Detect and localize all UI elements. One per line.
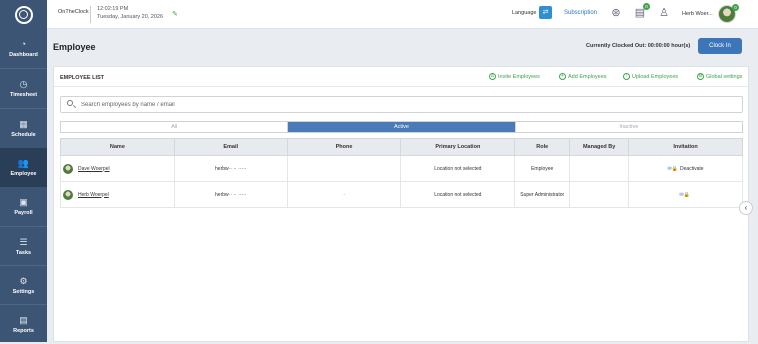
sidebar-item-label: Payroll: [14, 210, 33, 216]
sidebar-item-label: Tasks: [15, 250, 32, 256]
sidebar-item-label: Employee: [10, 171, 37, 177]
mail-icon[interactable]: ✉🔒: [679, 192, 689, 198]
page-title: Employee: [53, 42, 96, 52]
tab-all[interactable]: All: [61, 122, 289, 132]
sidebar-item-timesheet[interactable]: ◷ Timesheet: [0, 69, 47, 108]
table-header-row: Name Email Phone Primary Location Role M…: [60, 138, 743, 156]
column-header[interactable]: Invitation: [628, 138, 743, 156]
column-header[interactable]: Email: [173, 138, 288, 156]
search-box: [60, 96, 743, 113]
global-settings-link[interactable]: ⚙ Global settings: [697, 73, 742, 80]
report-icon: ▤: [19, 315, 28, 325]
clock-date: Tuesday, January 20, 2026: [97, 14, 164, 20]
sidebar-item-employee[interactable]: 👥 Employee: [0, 148, 47, 187]
invite-icon: ♙: [489, 73, 496, 80]
sidebar-item-settings[interactable]: ⚙ Settings: [0, 266, 47, 305]
deactivate-link[interactable]: Deactivate: [680, 166, 704, 172]
phone-cell: [287, 155, 402, 182]
status-tabs: All Active Inactive: [60, 121, 743, 133]
chevron-left-icon[interactable]: ‹: [739, 201, 753, 215]
column-header[interactable]: Primary Location: [400, 138, 516, 156]
global-label: Global settings: [706, 73, 743, 80]
location-cell: Location not selected: [400, 181, 516, 208]
employee-name-link[interactable]: Dave Woerpel: [78, 166, 110, 172]
name-cell: Dave Woerpel: [60, 155, 175, 182]
sidebar-item-label: Settings: [12, 289, 35, 295]
panel-divider: [54, 86, 748, 87]
edit-icon[interactable]: ✎: [172, 10, 178, 18]
gauge-icon: ◔: [20, 39, 27, 49]
invite-employees-link[interactable]: ♙ Invite Employees: [489, 73, 540, 80]
email-cell: herbw·· ·· ·····: [174, 181, 288, 208]
upload-icon: ↑: [623, 73, 630, 80]
role-cell: Employee: [514, 155, 571, 182]
sidebar-item-label: Schedule: [11, 132, 36, 138]
avatar: [63, 163, 73, 174]
search-icon: [67, 100, 73, 106]
employee-table: Name Email Phone Primary Location Role M…: [60, 138, 743, 208]
top-bar: OnTheClock 12:02:19 PM Tuesday, January …: [0, 0, 758, 29]
tab-active[interactable]: Active: [288, 122, 516, 132]
column-header[interactable]: Name: [60, 138, 175, 156]
people-icon: 👥: [17, 158, 30, 168]
managed-by-cell: [569, 155, 630, 182]
column-header[interactable]: Managed By: [569, 138, 630, 156]
plus-icon: +: [559, 73, 566, 80]
clock-time: 12:02:19 PM: [97, 6, 129, 12]
sidebar-item-payroll[interactable]: ▣ Payroll: [0, 187, 47, 226]
invitation-cell: ✉🔒: [628, 181, 743, 208]
avatar: [63, 189, 73, 200]
sidebar-item-schedule[interactable]: ▦ Schedule: [0, 109, 47, 148]
clock-in-button[interactable]: Clock In: [698, 38, 742, 54]
sidebar-item-label: Reports: [13, 328, 34, 334]
header-divider: [90, 6, 91, 23]
gear-icon: ⚙: [19, 276, 28, 286]
column-header[interactable]: Phone: [286, 138, 402, 156]
tasks-icon: ☰: [19, 237, 28, 247]
notes-badge: 0: [643, 3, 650, 10]
table-row: Dave Woerpel herbw·· ·· ····· Location n…: [60, 155, 743, 182]
invite-label: Invite Employees: [498, 73, 540, 80]
sidebar-item-reports[interactable]: ▤ Reports: [0, 305, 47, 344]
table-row: Herb Woerpel herbw·· ·· ····· · Location…: [60, 181, 743, 208]
calendar-icon: ▦: [19, 119, 28, 129]
user-name[interactable]: Herb Woer...: [682, 11, 713, 17]
role-cell: Super Administrator: [514, 181, 571, 208]
sidebar: ◔ Dashboard ◷ Timesheet ▦ Schedule 👥 Emp…: [0, 29, 47, 342]
clock-status: Currently Clocked Out: 00:00:00 hour(s): [586, 43, 691, 49]
support-icon[interactable]: ⊛: [609, 6, 623, 20]
tab-inactive[interactable]: Inactive: [516, 122, 742, 132]
phone-cell: ·: [287, 181, 402, 208]
employee-name-link[interactable]: Herb Woerpel: [78, 192, 109, 198]
location-cell: Location not selected: [400, 155, 516, 182]
upload-label: Upload Employees: [632, 73, 679, 80]
add-employees-link[interactable]: + Add Employees: [559, 73, 607, 80]
profile-badge: 0: [732, 4, 739, 11]
mail-icon[interactable]: ✉🔒: [668, 166, 678, 172]
language-button[interactable]: ⇄: [539, 6, 552, 19]
upload-employees-link[interactable]: ↑ Upload Employees: [623, 73, 678, 80]
subscription-link[interactable]: Subscription: [564, 10, 597, 16]
employee-list-panel: EMPLOYEE LIST ♙ Invite Employees + Add Emp…: [53, 66, 749, 342]
column-header[interactable]: Role: [514, 138, 571, 156]
sidebar-item-label: Dashboard: [9, 52, 38, 58]
user-icon[interactable]: ♙: [657, 6, 671, 20]
email-cell: herbw·· ·· ·····: [174, 155, 288, 182]
search-input[interactable]: [81, 100, 681, 110]
briefcase-icon: ▣: [19, 197, 28, 207]
managed-by-cell: [569, 181, 630, 208]
gear-icon: ⚙: [697, 73, 704, 80]
sidebar-item-label: Timesheet: [9, 92, 38, 98]
panel-title: EMPLOYEE LIST: [60, 75, 105, 81]
invitation-cell: ✉🔒 Deactivate: [628, 155, 743, 182]
language-label: Language: [512, 10, 537, 16]
sidebar-item-tasks[interactable]: ☰ Tasks: [0, 227, 47, 266]
name-cell: Herb Woerpel: [60, 181, 175, 208]
sidebar-item-dashboard[interactable]: ◔ Dashboard: [0, 29, 47, 68]
add-label: Add Employees: [568, 73, 607, 80]
app-name: OnTheClock: [58, 9, 89, 15]
app-logo[interactable]: [0, 0, 47, 29]
clock-icon: ◷: [19, 79, 28, 89]
